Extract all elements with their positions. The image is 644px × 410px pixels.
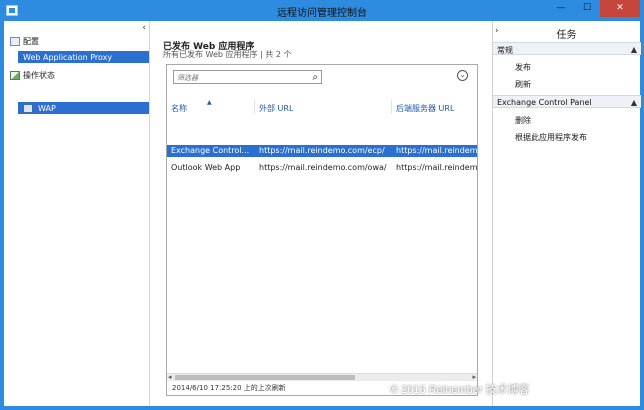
sort-ascending-icon: ▲ — [207, 99, 212, 106]
action-refresh[interactable]: 刷新 — [515, 79, 531, 90]
close-button[interactable]: ✕ — [600, 0, 640, 17]
maximize-button[interactable]: ☐ — [574, 0, 600, 17]
expand-options-icon[interactable]: ⌄ — [457, 70, 468, 81]
status-icon — [10, 70, 20, 80]
cell-external-url: https://mail.reindemo.com/owa/ — [259, 163, 387, 172]
nav-item-operation-status[interactable]: 操作状态 — [10, 69, 55, 81]
navigation-pane: ‹ 配置 Web Application Proxy 操作状态 WAP — [4, 21, 150, 406]
task-group-general[interactable]: 常规 ▲ — [493, 42, 641, 55]
section-subtitle: 所有已发布 Web 应用程序 | 共 2 个 — [163, 50, 292, 59]
column-header-external-url[interactable]: 外部 URL — [259, 103, 293, 114]
window-controls: — ☐ ✕ — [548, 0, 640, 17]
nav-item-config[interactable]: 配置 — [10, 35, 39, 47]
cell-backend-url: https://mail.reindemo.com/ecp/ — [396, 146, 477, 155]
action-delete[interactable]: 删除 — [515, 115, 531, 126]
column-separator[interactable] — [254, 100, 255, 114]
task-group-exchange-control-panel[interactable]: Exchange Control Panel ▲ — [493, 95, 641, 108]
watermark: © 2015 Reinember 技术博客 — [390, 384, 530, 396]
client-area: ‹ 配置 Web Application Proxy 操作状态 WAP 已发布 … — [4, 21, 641, 406]
main-content: 已发布 Web 应用程序 所有已发布 Web 应用程序 | 共 2 个 ⌕ ⌄ … — [151, 21, 491, 406]
table-row[interactable]: Exchange Control... https://mail.reindem… — [167, 145, 477, 157]
cell-backend-url: https://mail.reindemo.com/owa/ — [396, 163, 477, 172]
task-group-label: 常规 — [497, 46, 513, 55]
action-publish-from-app[interactable]: 根据此应用程序发布 — [515, 132, 587, 143]
table-row[interactable]: Outlook Web App https://mail.reindemo.co… — [167, 162, 477, 174]
title-bar: 远程访问管理控制台 — ☐ ✕ — [0, 0, 644, 21]
column-header-backend-url[interactable]: 后端服务器 URL — [396, 103, 454, 114]
nav-item-server[interactable]: WAP — [18, 102, 149, 114]
collapse-group-icon[interactable]: ▲ — [631, 98, 637, 107]
last-refresh-status: 2014/6/10 17:25:20 上的上次刷新 — [172, 384, 286, 392]
nav-config-label: 配置 — [23, 36, 39, 46]
tasks-pane: › 任务 常规 ▲ 发布 刷新 Exchange Control Panel ▲… — [492, 21, 641, 406]
application-list-panel: ⌕ ⌄ 名称 ▲ 外部 URL 后端服务器 URL Exchange Contr… — [166, 64, 478, 396]
collapse-group-icon[interactable]: ▲ — [631, 45, 637, 54]
nav-item-web-application-proxy[interactable]: Web Application Proxy — [18, 51, 149, 63]
column-header-name[interactable]: 名称 — [171, 103, 187, 114]
nav-wap-label: Web Application Proxy — [23, 52, 113, 62]
collapse-left-icon[interactable]: ‹ — [142, 23, 146, 33]
cell-external-url: https://mail.reindemo.com/ecp/ — [259, 146, 385, 155]
column-headers: 名称 ▲ 外部 URL 后端服务器 URL — [167, 99, 477, 114]
scroll-left-icon[interactable]: ◂ — [168, 373, 172, 381]
nav-status-label: 操作状态 — [23, 70, 55, 80]
nav-server-label: WAP — [38, 103, 56, 113]
cell-name: Outlook Web App — [171, 163, 241, 172]
cell-name: Exchange Control... — [171, 146, 250, 155]
horizontal-scrollbar[interactable]: ◂ ▸ — [167, 373, 477, 381]
filter-box[interactable]: ⌕ — [173, 70, 322, 84]
filter-input[interactable] — [177, 72, 305, 83]
column-separator[interactable] — [391, 100, 392, 114]
search-icon[interactable]: ⌕ — [312, 72, 318, 83]
scrollbar-thumb[interactable] — [175, 375, 355, 380]
scroll-right-icon[interactable]: ▸ — [472, 373, 476, 381]
config-icon — [10, 36, 20, 46]
task-group-label: Exchange Control Panel — [497, 98, 592, 107]
tasks-title: 任务 — [556, 30, 577, 41]
minimize-button[interactable]: — — [548, 0, 574, 17]
server-icon — [23, 103, 33, 113]
app-window: 远程访问管理控制台 — ☐ ✕ ‹ 配置 Web Application Pro… — [0, 0, 644, 410]
action-publish[interactable]: 发布 — [515, 62, 531, 73]
